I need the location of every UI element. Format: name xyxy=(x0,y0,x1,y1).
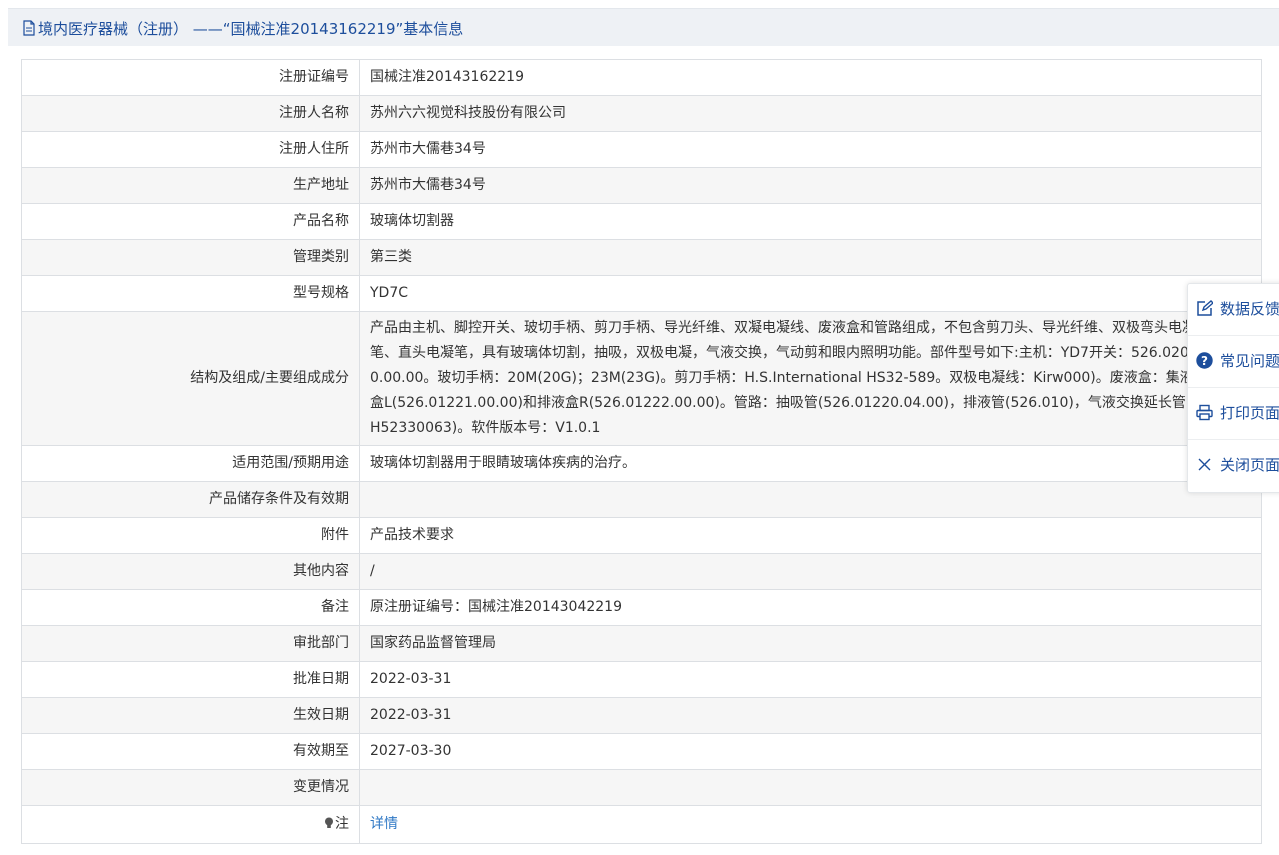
row-value: / xyxy=(359,553,1262,590)
row-value: 2022-03-31 xyxy=(359,661,1262,698)
close-icon xyxy=(1198,458,1211,471)
table-row: 注册人名称 苏州六六视觉科技股份有限公司 xyxy=(21,95,1262,132)
question-icon: ? xyxy=(1196,352,1213,369)
row-value: 产品由主机、脚控开关、玻切手柄、剪刀手柄、导光纤维、双凝电凝线、废液盒和管路组成… xyxy=(359,311,1262,446)
page-title-text: 境内医疗器械（注册） ——“国械注准20143162219”基本信息 xyxy=(38,20,464,38)
table-row: 结构及组成/主要组成成分 产品由主机、脚控开关、玻切手柄、剪刀手柄、导光纤维、双凝… xyxy=(21,311,1262,446)
row-label: 适用范围/预期用途 xyxy=(21,445,360,482)
row-label: 注册证编号 xyxy=(21,59,360,96)
row-value: 原注册证编号：国械注准20143042219 xyxy=(359,589,1262,626)
row-label: 结构及组成/主要组成成分 xyxy=(21,311,360,446)
row-value xyxy=(359,481,1262,518)
close-page-label: 关闭页面 xyxy=(1220,456,1279,474)
document-icon xyxy=(23,20,35,36)
row-label: 管理类别 xyxy=(21,239,360,276)
table-row: 产品储存条件及有效期 xyxy=(21,481,1262,518)
row-label: 注册人名称 xyxy=(21,95,360,132)
table-row: 批准日期 2022-03-31 xyxy=(21,661,1262,698)
row-value: 苏州市大儒巷34号 xyxy=(359,167,1262,204)
table-row: 备注 原注册证编号：国械注准20143042219 xyxy=(21,589,1262,626)
table-row: 注 详情 xyxy=(21,805,1262,844)
row-label: 产品名称 xyxy=(21,203,360,240)
row-value: 玻璃体切割器用于眼睛玻璃体疾病的治疗。 xyxy=(359,445,1262,482)
row-label-note: 注 xyxy=(21,805,360,844)
row-value: 玻璃体切割器 xyxy=(359,203,1262,240)
table-row: 变更情况 xyxy=(21,769,1262,806)
table-row: 注册证编号 国械注准20143162219 xyxy=(21,59,1262,96)
page-header: 境内医疗器械（注册） ——“国械注准20143162219”基本信息 xyxy=(8,8,1279,46)
faq-button[interactable]: ? 常见问题 xyxy=(1188,336,1279,388)
table-row: 管理类别 第三类 xyxy=(21,239,1262,276)
lightbulb-icon xyxy=(325,817,333,828)
table-row: 附件 产品技术要求 xyxy=(21,517,1262,554)
row-value: 国家药品监督管理局 xyxy=(359,625,1262,662)
floating-toolbar: 数据反馈 ? 常见问题 打印页面 关闭页面 xyxy=(1187,283,1279,493)
row-label: 附件 xyxy=(21,517,360,554)
row-label: 有效期至 xyxy=(21,733,360,770)
row-value: 产品技术要求 xyxy=(359,517,1262,554)
detail-link[interactable]: 详情 xyxy=(370,816,398,832)
table-row: 生效日期 2022-03-31 xyxy=(21,697,1262,734)
row-label: 生效日期 xyxy=(21,697,360,734)
edit-icon xyxy=(1197,300,1213,316)
faq-label: 常见问题 xyxy=(1220,352,1279,370)
table-row: 其他内容 / xyxy=(21,553,1262,590)
row-label: 批准日期 xyxy=(21,661,360,698)
table-row: 有效期至 2027-03-30 xyxy=(21,733,1262,770)
row-label: 注册人住所 xyxy=(21,131,360,168)
print-page-label: 打印页面 xyxy=(1220,404,1279,422)
row-label: 产品储存条件及有效期 xyxy=(21,481,360,518)
row-label: 型号规格 xyxy=(21,275,360,312)
table-row: 生产地址 苏州市大儒巷34号 xyxy=(21,167,1262,204)
row-value-note: 详情 xyxy=(359,805,1262,844)
note-label: 注 xyxy=(335,816,349,832)
printer-icon xyxy=(1196,404,1213,421)
data-feedback-label: 数据反馈 xyxy=(1220,300,1279,318)
row-value: 国械注准20143162219 xyxy=(359,59,1262,96)
svg-text:?: ? xyxy=(1201,354,1208,368)
row-value: 苏州市大儒巷34号 xyxy=(359,131,1262,168)
table-row: 适用范围/预期用途 玻璃体切割器用于眼睛玻璃体疾病的治疗。 xyxy=(21,445,1262,482)
table-row: 型号规格 YD7C xyxy=(21,275,1262,312)
row-value: 第三类 xyxy=(359,239,1262,276)
table-row: 注册人住所 苏州市大儒巷34号 xyxy=(21,131,1262,168)
row-value: 苏州六六视觉科技股份有限公司 xyxy=(359,95,1262,132)
row-label: 其他内容 xyxy=(21,553,360,590)
print-page-button[interactable]: 打印页面 xyxy=(1188,388,1279,440)
row-value xyxy=(359,769,1262,806)
row-label: 变更情况 xyxy=(21,769,360,806)
row-value: YD7C xyxy=(359,275,1262,312)
table-row: 产品名称 玻璃体切割器 xyxy=(21,203,1262,240)
page-title: 境内医疗器械（注册） ——“国械注准20143162219”基本信息 xyxy=(22,18,463,39)
row-label: 生产地址 xyxy=(21,167,360,204)
row-value: 2022-03-31 xyxy=(359,697,1262,734)
table-row: 审批部门 国家药品监督管理局 xyxy=(21,625,1262,662)
info-table: 注册证编号 国械注准20143162219 注册人名称 苏州六六视觉科技股份有限公司… xyxy=(21,59,1262,844)
row-label: 备注 xyxy=(21,589,360,626)
close-page-button[interactable]: 关闭页面 xyxy=(1188,440,1279,492)
data-feedback-button[interactable]: 数据反馈 xyxy=(1188,284,1279,336)
row-value: 2027-03-30 xyxy=(359,733,1262,770)
row-label: 审批部门 xyxy=(21,625,360,662)
